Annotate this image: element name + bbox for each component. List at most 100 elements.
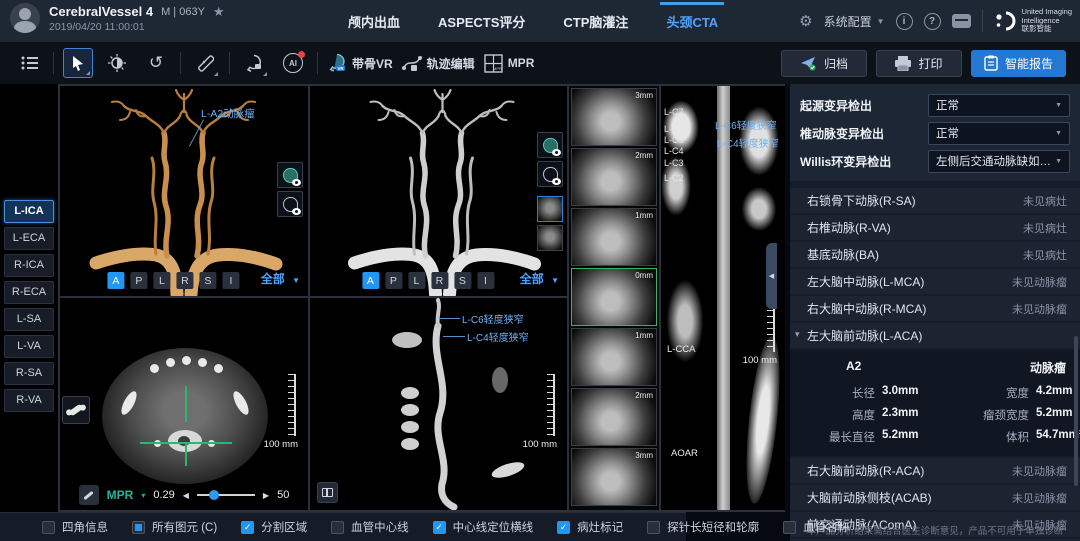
layout-switch-button[interactable] <box>317 482 338 503</box>
sidebar-item-r-va[interactable]: R-VA <box>4 389 54 412</box>
probe-thumbnail[interactable]: 3mm <box>571 448 657 506</box>
module-tab[interactable]: CTP脑灌注 <box>563 12 628 31</box>
print-button[interactable]: 打印 <box>876 50 962 77</box>
slider-decrease-icon[interactable]: ◀ <box>183 491 189 500</box>
slider-increase-icon[interactable]: ▶ <box>263 491 269 500</box>
smart-report-button[interactable]: 智能报告 <box>971 50 1066 77</box>
display-option[interactable]: 探针长短径和轮廓 <box>647 519 759 535</box>
probe-thumbnail[interactable]: 2mm <box>571 388 657 446</box>
hide-vessel-view-button[interactable] <box>537 161 563 187</box>
vessel-row[interactable]: 右锁骨下动脉(R-SA)未见病灶 <box>790 188 1080 213</box>
checkbox-unchecked[interactable] <box>331 521 344 534</box>
orientation-button-L[interactable]: L <box>153 272 170 289</box>
vessel-filter-dropdown[interactable]: 全部 ▼ <box>520 270 559 287</box>
orientation-button-S[interactable]: S <box>199 272 216 289</box>
probe-thumbnail[interactable]: 1mm <box>571 208 657 266</box>
preset-thumbnail[interactable] <box>537 225 563 251</box>
thickness-slider[interactable] <box>197 494 255 496</box>
orientation-button-R[interactable]: R <box>431 272 448 289</box>
display-option[interactable]: 四角信息 <box>42 519 108 535</box>
probe-head-icon[interactable] <box>239 48 269 78</box>
module-tab[interactable]: 颅内出血 <box>348 12 400 31</box>
series-list-icon[interactable] <box>14 48 44 78</box>
findings-scrollbar[interactable] <box>1074 336 1078 486</box>
stenosis-annotation[interactable]: L-C6轻度狭窄 <box>462 311 524 326</box>
favorite-star-icon[interactable]: ★ <box>213 4 225 20</box>
measure-ruler-icon[interactable] <box>190 48 220 78</box>
chevron-down-icon[interactable]: ▼ <box>877 17 885 26</box>
vr-gray-viewport[interactable]: APLRSI 全部 ▼ <box>310 86 567 296</box>
orientation-button-A[interactable]: A <box>362 272 379 289</box>
origin-variant-select[interactable]: 正常▼ <box>928 94 1070 117</box>
ai-detect-icon[interactable]: AI <box>278 48 308 78</box>
trajectory-edit-button[interactable]: 轨迹编辑 <box>402 54 475 72</box>
bone-visibility-button[interactable] <box>62 396 90 424</box>
archive-button[interactable]: 归档 <box>781 50 867 77</box>
sidebar-item-r-sa[interactable]: R-SA <box>4 362 54 385</box>
vessel-row[interactable]: 基底动脉(BA)未见病灶 <box>790 242 1080 267</box>
stenosis-annotation[interactable]: L-C4轻度狭窄 <box>717 135 779 150</box>
aneurysm-annotation[interactable]: L-A2动脉瘤 <box>201 106 255 121</box>
preset-thumbnail-selected[interactable] <box>537 196 563 222</box>
vessel-row[interactable]: ▾左大脑前动脉(L-ACA) <box>790 323 1080 348</box>
module-tab[interactable]: ASPECTS评分 <box>438 12 525 31</box>
probe-thumbnail[interactable]: 3mm <box>571 88 657 146</box>
collapse-caret-icon[interactable]: ▾ <box>795 329 800 340</box>
stenosis-annotation[interactable]: L-C6轻度狭窄 <box>715 117 777 132</box>
sidebar-item-l-va[interactable]: L-VA <box>4 335 54 358</box>
vr-color-viewport[interactable]: L-A2动脉瘤 APLRSI 全部 ▼ <box>60 86 308 296</box>
vessel-row[interactable]: 右大脑前动脉(R-ACA)未见动脉瘤 <box>790 458 1080 483</box>
caret-down-icon[interactable]: ▾ <box>141 491 145 500</box>
checkbox-checked[interactable]: ✓ <box>433 521 446 534</box>
orientation-button-I[interactable]: I <box>222 272 239 289</box>
orientation-button-R[interactable]: R <box>176 272 193 289</box>
pointer-tool-icon[interactable] <box>63 48 93 78</box>
slider-thumb[interactable] <box>209 490 219 500</box>
bone-vr-button[interactable]: VR 带骨VR <box>327 53 393 73</box>
help-icon[interactable]: ? <box>924 13 941 30</box>
display-option[interactable]: ✓中心线定位横线 <box>433 519 534 535</box>
vessel-row[interactable]: 左大脑中动脉(L-MCA)未见动脉瘤 <box>790 269 1080 294</box>
display-option[interactable]: 所有图元 (C) <box>132 519 217 535</box>
checkbox-unchecked[interactable] <box>783 521 796 534</box>
axial-viewport[interactable]: 100 mm MPR ▾ 0.29 ◀ ▶ 50 <box>60 298 308 510</box>
display-option[interactable]: ✓分割区域 <box>241 519 307 535</box>
sidebar-item-l-ica[interactable]: L-ICA <box>4 200 54 223</box>
checkbox-filled[interactable] <box>132 521 145 534</box>
gear-icon[interactable]: ⚙ <box>799 12 812 30</box>
orientation-button-A[interactable]: A <box>107 272 124 289</box>
display-option[interactable]: ✓病灶标记 <box>557 519 623 535</box>
system-config-label[interactable]: 系统配置 <box>824 13 872 30</box>
orientation-button-P[interactable]: P <box>130 272 147 289</box>
coronal-viewport[interactable]: L-C6轻度狭窄 L-C4轻度狭窄 100 mm <box>310 298 567 510</box>
module-tab[interactable]: 头颈CTA <box>666 12 718 31</box>
willis-variant-select[interactable]: 左侧后交通动脉缺如,右侧...▼ <box>928 150 1070 173</box>
mpr-layout-button[interactable]: MPR MPR <box>484 54 535 73</box>
orientation-button-S[interactable]: S <box>454 272 471 289</box>
hide-vessel-view-button[interactable] <box>277 191 303 217</box>
display-option[interactable]: 血管名称 <box>783 519 849 535</box>
window-level-icon[interactable] <box>102 48 132 78</box>
vessel-filter-dropdown[interactable]: 全部 ▼ <box>261 270 300 287</box>
show-vessel-view-button[interactable] <box>277 162 303 188</box>
reset-view-icon[interactable]: ↺ <box>141 48 171 78</box>
probe-thumbnail[interactable]: 0mm <box>571 268 657 326</box>
vessel-row[interactable]: 右椎动脉(R-VA)未见病灶 <box>790 215 1080 240</box>
orientation-button-I[interactable]: I <box>477 272 494 289</box>
show-vessel-view-button[interactable] <box>537 132 563 158</box>
stenosis-annotation[interactable]: L-C4轻度狭窄 <box>467 329 529 344</box>
sidebar-item-l-eca[interactable]: L-ECA <box>4 227 54 250</box>
vessel-row[interactable]: 右大脑中动脉(R-MCA)未见动脉瘤 <box>790 296 1080 321</box>
checkbox-checked[interactable]: ✓ <box>557 521 570 534</box>
checkbox-unchecked[interactable] <box>647 521 660 534</box>
vertebral-variant-select[interactable]: 正常▼ <box>928 122 1070 145</box>
vessel-row[interactable]: 大脑前动脉侧枝(ACAB)未见动脉瘤 <box>790 485 1080 510</box>
probe-edit-icon[interactable] <box>79 485 99 505</box>
orientation-button-P[interactable]: P <box>385 272 402 289</box>
patient-avatar-icon[interactable] <box>10 3 40 33</box>
orientation-button-L[interactable]: L <box>408 272 425 289</box>
info-icon[interactable]: i <box>896 13 913 30</box>
probe-thumbnail[interactable]: 2mm <box>571 148 657 206</box>
panel-collapse-handle[interactable]: ◀ <box>766 243 777 309</box>
checkbox-unchecked[interactable] <box>42 521 55 534</box>
